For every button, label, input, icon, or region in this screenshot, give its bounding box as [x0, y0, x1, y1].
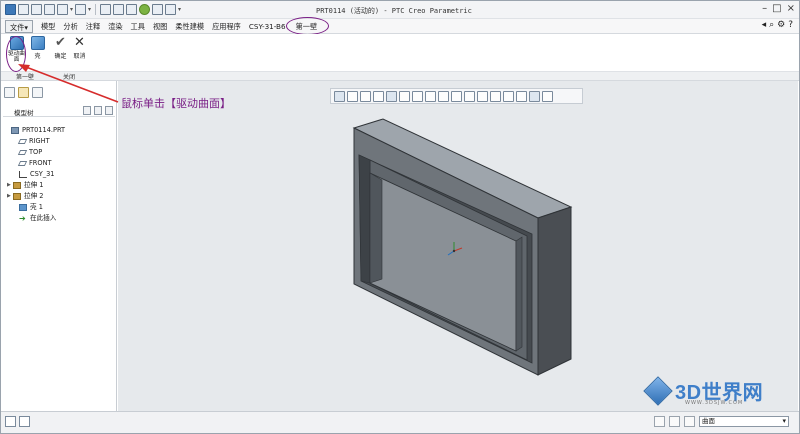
quick-access-toolbar: ▾ ▾ ▾: [5, 4, 181, 15]
cancel-label: 取消: [73, 53, 86, 60]
tab-flexible-modeling[interactable]: 柔性建模: [171, 20, 208, 33]
tab-view[interactable]: 视图: [149, 20, 171, 33]
tab-analysis[interactable]: 分析: [59, 20, 81, 33]
shell-button[interactable]: 壳: [29, 36, 46, 60]
tree-item-csys[interactable]: CSY_31: [5, 169, 65, 180]
extrude-icon: [13, 193, 21, 200]
separator: [95, 4, 97, 15]
plane-icon: [17, 161, 28, 166]
tree-item-label: RIGHT: [29, 137, 50, 145]
tree-item-insert-here[interactable]: ➔ 在此插入: [5, 213, 65, 224]
title-bar: ▾ ▾ ▾ PRT0114 (活动的) - PTC Creo Parametri…: [1, 1, 799, 19]
save-icon[interactable]: [44, 4, 55, 15]
tree-item-label: 拉伸 1: [24, 181, 44, 189]
insert-arrow-icon: ➔: [19, 213, 26, 223]
print-icon[interactable]: [152, 4, 164, 15]
regenerate-icon[interactable]: [100, 4, 112, 15]
3d-model[interactable]: [118, 81, 798, 411]
tree-item-label: 在此插入: [30, 214, 57, 222]
tab-file[interactable]: 文件▾: [5, 20, 33, 33]
shell-icon: [19, 204, 27, 211]
tree-item-extrude-1[interactable]: ▶ 拉伸 1: [5, 180, 65, 191]
shell-icon: [30, 36, 45, 50]
help-tools: ◂ ⌕ ⚙ ?: [762, 20, 793, 30]
tree-item-top[interactable]: TOP: [5, 147, 65, 158]
app-logo-icon: [5, 4, 16, 15]
tree-item-label: 壳 1: [30, 203, 43, 211]
tree-item-root[interactable]: PRT0114.PRT: [5, 125, 65, 136]
tree-item-label: CSY_31: [30, 170, 55, 178]
tab-render[interactable]: 渲染: [104, 20, 126, 33]
watermark: 3D世界网 WWW.3DSJW.COM: [643, 375, 763, 406]
tree-item-extrude-2[interactable]: ▶ 拉伸 2: [5, 191, 65, 202]
redo-dropdown-icon[interactable]: ▾: [88, 6, 91, 13]
extrude-icon: [13, 182, 21, 189]
flag-icon[interactable]: [669, 416, 680, 427]
minimize-icon[interactable]: –: [762, 3, 767, 14]
snap-icon[interactable]: [654, 416, 665, 427]
watermark-subtext: WWW.3DSJW.COM: [685, 400, 744, 406]
checkmark-icon: ✔: [55, 35, 66, 50]
watermark-cube-icon: [643, 375, 673, 406]
customize-dropdown-icon[interactable]: ▾: [178, 6, 181, 13]
maximize-icon[interactable]: □: [772, 3, 781, 14]
status-bar: 曲面: [1, 411, 799, 433]
plane-icon: [17, 139, 28, 144]
tab-csy[interactable]: CSY-31-B6: [245, 20, 290, 33]
confirm-label: 确定: [54, 53, 67, 60]
cancel-button[interactable]: ✕ 取消: [71, 35, 88, 61]
window-controls: – □ ×: [762, 3, 795, 14]
tree-item-shell-1[interactable]: 壳 1: [5, 202, 65, 213]
windows-icon[interactable]: [113, 4, 125, 15]
tree-item-label: TOP: [29, 148, 43, 156]
shell-label: 壳: [34, 53, 41, 60]
undo-icon[interactable]: [57, 4, 68, 15]
new-file-icon[interactable]: [18, 4, 29, 15]
cross-icon: ✕: [74, 35, 85, 50]
open-file-icon[interactable]: [31, 4, 42, 15]
tree-item-right[interactable]: RIGHT: [5, 136, 65, 147]
render-icon[interactable]: [139, 4, 151, 15]
tree-item-label: PRT0114.PRT: [22, 126, 66, 134]
tab-first-wall[interactable]: 第一壁: [285, 17, 329, 35]
model-tree: PRT0114.PRT RIGHT TOP FRONT CSY_31 ▶ 拉伸 …: [5, 125, 65, 224]
status-right-tools: 曲面: [654, 416, 789, 427]
tab-annotate[interactable]: 注释: [82, 20, 104, 33]
window-title: PRT0114 (活动的) - PTC Creo Parametric: [316, 7, 472, 15]
selection-filter-select[interactable]: 曲面: [699, 416, 789, 427]
gear-icon[interactable]: ⚙: [777, 20, 785, 30]
part-icon: [11, 127, 19, 134]
tree-item-label: FRONT: [29, 159, 52, 167]
tab-model[interactable]: 模型: [37, 20, 59, 33]
plane-icon: [17, 150, 28, 155]
arrow-left-icon[interactable]: ◂: [762, 20, 767, 30]
status-left-tools: [5, 416, 30, 427]
toggle-browser-icon[interactable]: [19, 416, 30, 427]
settings-icon[interactable]: [165, 4, 177, 15]
tab-tools[interactable]: 工具: [127, 20, 149, 33]
csys-icon: [19, 171, 27, 178]
ribbon-tabs: 文件▾ 模型 分析 注释 渲染 工具 视图 柔性建模 应用程序 CSY-31-B…: [1, 17, 799, 35]
graphics-window[interactable]: 鼠标单击【驱动曲面】 3D世界网 WWW.3DSJW.COM: [18, 64, 798, 411]
tree-item-front[interactable]: FRONT: [5, 158, 65, 169]
search-icon[interactable]: ⌕: [769, 20, 774, 30]
model-tree-panel: 模型树 PRT0114.PRT RIGHT TOP FRONT CSY_31 ▶…: [1, 81, 117, 411]
close-icon[interactable]: ×: [787, 3, 795, 14]
confirm-button[interactable]: ✔ 确定: [52, 35, 69, 61]
find-icon[interactable]: [684, 416, 695, 427]
redo-icon[interactable]: [75, 4, 87, 15]
undo-dropdown-icon[interactable]: ▾: [70, 6, 73, 13]
close-window-icon[interactable]: [126, 4, 138, 15]
tree-item-label: 拉伸 2: [24, 192, 44, 200]
toggle-navigator-icon[interactable]: [5, 416, 16, 427]
tab-applications[interactable]: 应用程序: [208, 20, 245, 33]
help-icon[interactable]: ?: [788, 20, 793, 30]
